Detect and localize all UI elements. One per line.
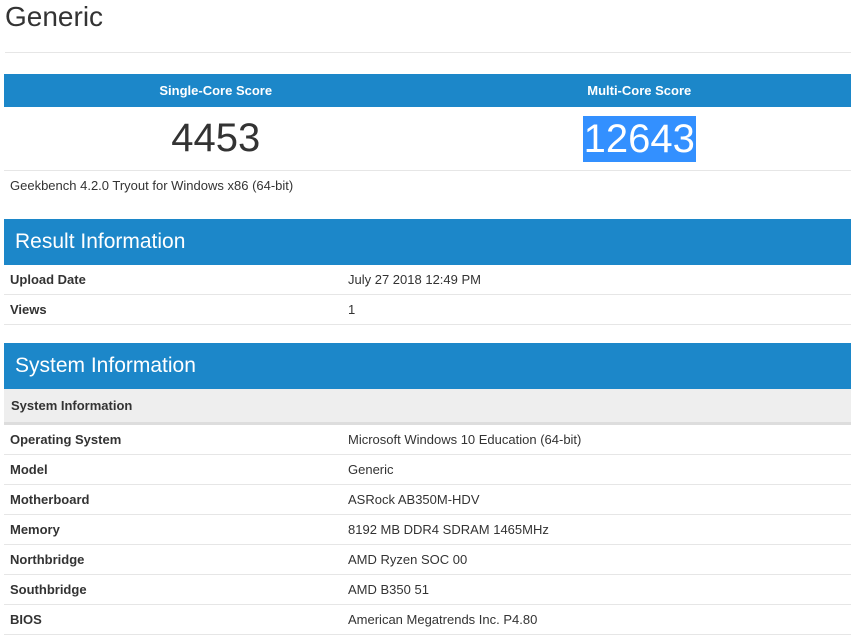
system-information-subheading: System Information [4, 389, 851, 425]
score-table: Single-Core Score Multi-Core Score 4453 … [4, 74, 851, 200]
row-label: Operating System [10, 432, 122, 447]
multi-core-score-cell: 12643 [428, 107, 852, 170]
row-label: Upload Date [10, 272, 86, 287]
row-value: Microsoft Windows 10 Education (64-bit) [348, 432, 582, 447]
multi-core-score-label: Multi-Core Score [587, 83, 692, 98]
row-value: American Megatrends Inc. P4.80 [348, 612, 538, 627]
row-value: AMD B350 51 [348, 582, 429, 597]
multi-core-score-value[interactable]: 12643 [582, 115, 696, 162]
single-core-score-label: Single-Core Score [159, 83, 273, 98]
row-value: 1 [348, 302, 356, 317]
row-label: Views [10, 302, 47, 317]
score-header-row: Single-Core Score Multi-Core Score [4, 74, 851, 107]
table-row-operating-system: Operating System Microsoft Windows 10 Ed… [4, 425, 851, 455]
table-row-northbridge: Northbridge AMD Ryzen SOC 00 [4, 545, 851, 575]
geekbench-result-page: Generic Single-Core Score Multi-Core Sco… [0, 0, 860, 637]
table-row-upload-date: Upload Date July 27 2018 12:49 PM [4, 265, 851, 295]
row-value: 8192 MB DDR4 SDRAM 1465MHz [348, 522, 549, 537]
row-value: Generic [348, 462, 394, 477]
row-value: AMD Ryzen SOC 00 [348, 552, 468, 567]
page-title: Generic [5, 1, 104, 32]
score-values-row: 4453 12643 [4, 107, 851, 171]
row-label: Northbridge [10, 552, 85, 567]
table-row-memory: Memory 8192 MB DDR4 SDRAM 1465MHz [4, 515, 851, 545]
table-row-views: Views 1 [4, 295, 851, 325]
row-value: ASRock AB350M-HDV [348, 492, 480, 507]
title-divider [5, 52, 851, 53]
row-label: Model [10, 462, 48, 477]
row-label: Motherboard [10, 492, 90, 507]
single-core-score-value[interactable]: 4453 [171, 116, 260, 161]
single-core-score-cell: 4453 [4, 107, 428, 170]
benchmark-version-caption: Geekbench 4.2.0 Tryout for Windows x86 (… [10, 178, 294, 193]
result-information-table: Upload Date July 27 2018 12:49 PM Views … [4, 265, 851, 325]
row-value: July 27 2018 12:49 PM [348, 272, 481, 287]
result-information-heading: Result Information [4, 219, 851, 265]
row-label: Southbridge [10, 582, 87, 597]
row-label: Memory [10, 522, 60, 537]
system-information-heading: System Information [4, 343, 851, 389]
table-row-motherboard: Motherboard ASRock AB350M-HDV [4, 485, 851, 515]
row-label: BIOS [10, 612, 42, 627]
table-row-model: Model Generic [4, 455, 851, 485]
table-row-southbridge: Southbridge AMD B350 51 [4, 575, 851, 605]
system-information-table: System Information Operating System Micr… [4, 389, 851, 635]
table-row-bios: BIOS American Megatrends Inc. P4.80 [4, 605, 851, 635]
